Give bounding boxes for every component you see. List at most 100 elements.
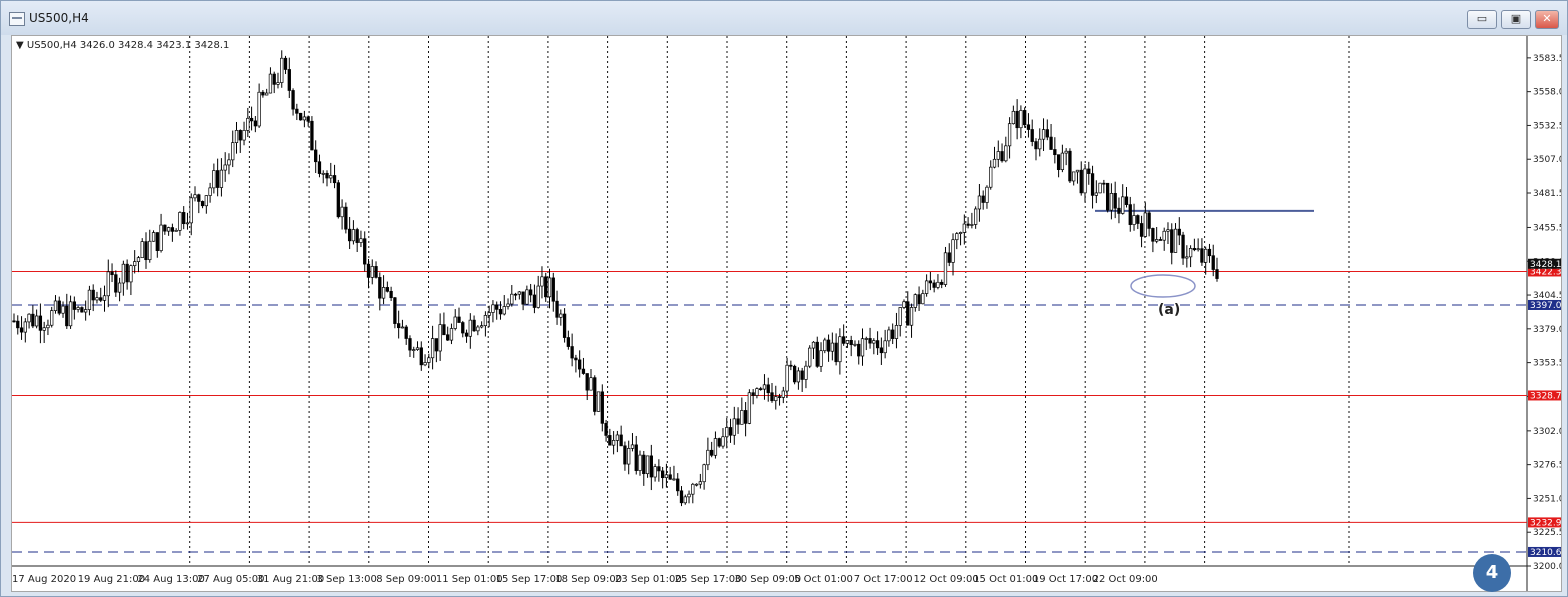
candle-body [57,300,61,314]
candle-body [76,307,80,310]
candle-body [921,293,925,305]
candle-body [80,307,84,313]
candle-body [996,151,1000,160]
minimize-button[interactable]: ▭ [1467,10,1497,29]
candle-body [332,175,337,184]
candle-body [423,362,427,366]
annotation-ellipse[interactable] [1130,274,1196,298]
candle-body [774,396,778,402]
candle-body [87,289,92,310]
candle-body [106,271,110,297]
candle-body [1068,150,1072,182]
candle-body [23,321,27,333]
candle-body [487,312,491,316]
candle-body [498,309,503,315]
candle-body [781,390,785,398]
candle-body [148,240,152,261]
time-axis-label: 15 Oct 01:00 [973,574,1038,585]
candle-body [811,341,816,349]
candle-body [306,116,310,122]
chart-canvas[interactable]: ▼ US500,H4 3426.0 3428.4 3423.1 3428.1 (… [12,36,1565,591]
candle-body [393,297,397,324]
candle-body [906,301,910,326]
candle-body [61,305,65,314]
candle-body [585,373,589,391]
candle-body [600,391,604,424]
candle-body [1083,168,1087,194]
candle-body [555,300,559,318]
candle-body [902,301,906,308]
candle-body [31,313,35,327]
candle-body [547,277,552,298]
candle-body [1200,248,1204,263]
candle-body [253,120,258,127]
price-axis-label: 3379.0 [1533,325,1561,335]
candle-body [909,307,914,326]
price-level-tag-label: 3397.0 [1530,301,1561,311]
price-axis-label: 3404.5 [1533,291,1561,301]
candle-body [657,466,661,472]
candle-body [1007,123,1012,147]
candle-body [879,347,884,354]
candle-body [234,130,239,144]
candle-body [849,340,853,346]
candle-body [540,276,544,287]
price-axis-label: 3558.0 [1533,88,1561,98]
candle-body [970,224,974,226]
candle-body [1030,129,1034,142]
candle-body [864,338,868,340]
candle-body [84,309,88,313]
candle-body [378,277,382,299]
candle-body [223,164,227,171]
candle-body [1158,239,1163,241]
candle-body [91,289,95,301]
candle-body [562,313,567,338]
candle-body [868,338,872,344]
candle-body [99,297,103,301]
candle-body [178,212,182,231]
time-axis-label: 3 Sep 13:00 [317,574,377,585]
candle-body [351,229,356,242]
price-chart[interactable]: ▼ US500,H4 3426.0 3428.4 3423.1 3428.1 (… [11,35,1565,592]
candle-body [110,271,114,276]
candle-body [751,392,755,396]
candle-body [551,277,555,302]
price-axis-label: 3276.5 [1533,461,1561,471]
candle-body [1196,248,1200,251]
candle-body [660,470,665,479]
candle-body [762,384,767,390]
candle-body [743,410,748,424]
candle-body [721,436,725,447]
price-axis-label: 3532.5 [1533,121,1561,131]
candle-body [1204,248,1208,263]
candle-body [1124,196,1129,205]
candle-body [740,410,744,425]
candle-body [298,112,303,121]
candle-body [430,338,435,359]
candle-body [1053,149,1057,156]
candle-body [479,325,484,328]
time-axis-label: 8 Sep 09:00 [376,574,436,585]
candle-body [845,340,850,344]
candle-body [883,340,887,354]
candle-body [280,57,284,83]
candle-body [38,315,43,331]
candle-body [400,326,405,329]
title-bar[interactable]: US500,H4 ▭ ▣ ✕ [1,1,1567,35]
candle-body [668,474,672,480]
candle-body [1143,212,1147,237]
candle-body [242,130,246,141]
restore-button[interactable]: ▣ [1501,10,1531,29]
step-number-badge: 4 [1473,554,1511,592]
candle-body [593,377,597,412]
candle-body [272,73,276,85]
candle-body [627,448,631,465]
candle-body [728,427,733,436]
close-button[interactable]: ✕ [1535,10,1559,29]
time-axis-label: 12 Oct 09:00 [914,574,979,585]
candle-body [1177,228,1181,236]
price-axis-label: 3353.5 [1533,359,1561,369]
candle-body [932,282,936,288]
current-price-label: 3428.1 [1530,260,1561,270]
candle-body [231,142,235,161]
